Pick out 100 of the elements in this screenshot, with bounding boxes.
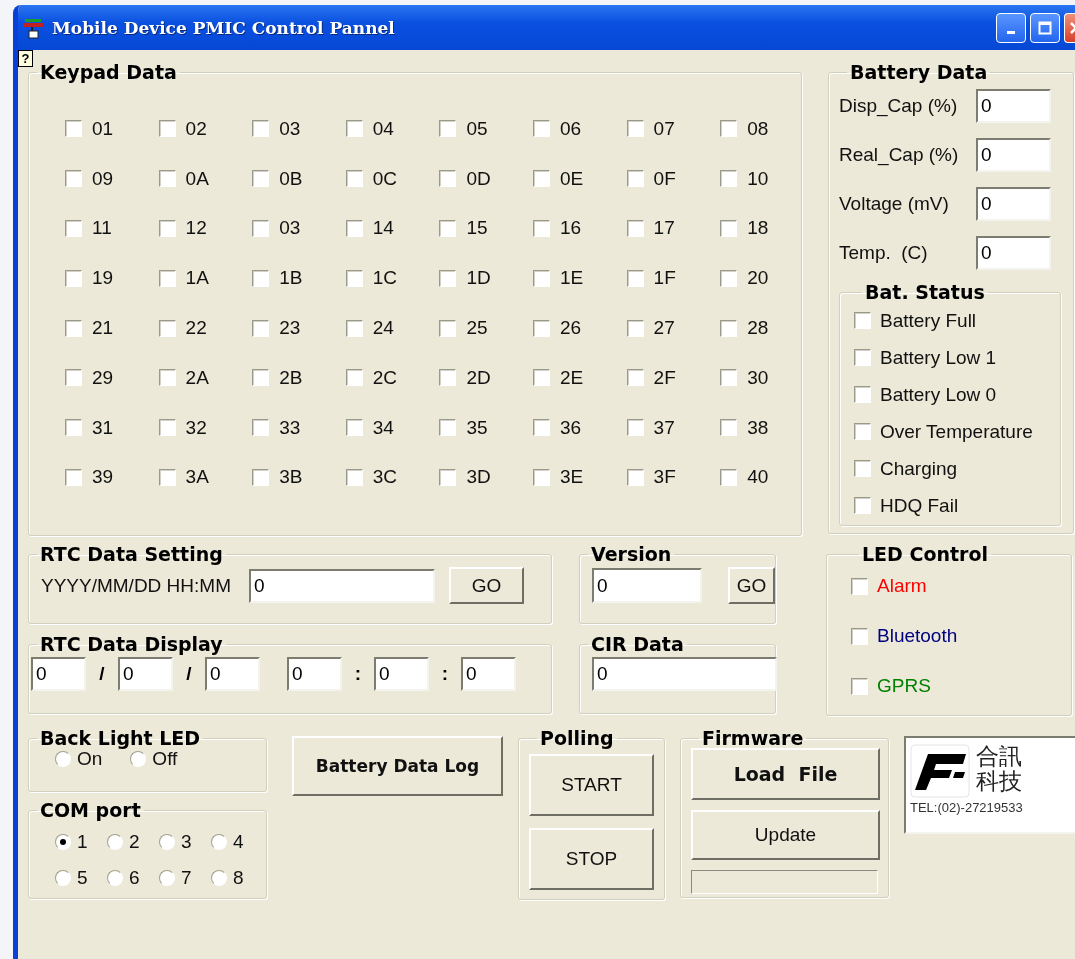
maximize-button[interactable] [1030, 12, 1060, 43]
checkbox[interactable] [626, 170, 644, 188]
checkbox[interactable] [65, 319, 82, 337]
checkbox[interactable] [626, 120, 644, 138]
checkbox[interactable] [252, 220, 270, 237]
checkbox[interactable] [345, 419, 363, 437]
checkbox[interactable] [158, 220, 176, 237]
checkbox[interactable] [626, 319, 644, 337]
radio-button[interactable] [211, 834, 227, 850]
checkbox[interactable] [532, 468, 550, 486]
checkbox[interactable] [158, 468, 176, 486]
checkbox[interactable] [158, 369, 176, 387]
firmware-button[interactable]: Update [691, 810, 880, 860]
checkbox[interactable] [532, 369, 550, 387]
checkbox[interactable] [252, 468, 270, 486]
checkbox[interactable] [439, 369, 457, 387]
checkbox[interactable] [345, 468, 363, 486]
checkbox[interactable] [65, 369, 82, 387]
input-field[interactable]: 0 [976, 89, 1051, 123]
radio-button[interactable] [55, 834, 71, 850]
checkbox[interactable] [65, 220, 82, 237]
checkbox[interactable] [158, 319, 176, 337]
checkbox[interactable] [345, 319, 363, 337]
input-field[interactable]: 0 [592, 568, 702, 603]
checkbox[interactable] [439, 319, 457, 337]
checkbox[interactable] [720, 319, 738, 337]
input-field[interactable]: 0 [118, 657, 173, 691]
checkbox[interactable] [720, 419, 738, 437]
checkbox[interactable] [252, 120, 270, 138]
checkbox[interactable] [345, 220, 363, 237]
checkbox[interactable] [252, 269, 270, 287]
checkbox[interactable] [65, 120, 82, 138]
input-field[interactable]: 0 [592, 657, 777, 691]
checkbox[interactable] [158, 170, 176, 188]
radio-button[interactable] [107, 870, 123, 886]
checkbox[interactable] [65, 468, 82, 486]
checkbox[interactable] [532, 220, 550, 237]
input-field[interactable]: 0 [976, 138, 1051, 172]
go-button[interactable]: GO [728, 567, 775, 604]
radio-button[interactable] [107, 834, 123, 850]
checkbox[interactable] [252, 419, 270, 437]
firmware-button[interactable]: Load File [691, 748, 880, 800]
checkbox[interactable] [345, 269, 363, 287]
checkbox[interactable] [626, 369, 644, 387]
input-field[interactable]: 0 [205, 657, 260, 691]
checkbox[interactable] [854, 312, 871, 329]
checkbox[interactable] [720, 220, 738, 237]
battery-data-log-button[interactable]: Battery Data Log [292, 736, 503, 796]
checkbox[interactable] [720, 369, 738, 387]
checkbox[interactable] [626, 269, 644, 287]
help-button[interactable]: ? [18, 50, 33, 67]
radio-button[interactable] [55, 751, 71, 767]
checkbox[interactable] [65, 170, 82, 188]
checkbox[interactable] [65, 269, 82, 287]
checkbox[interactable] [626, 220, 644, 237]
checkbox[interactable] [345, 170, 363, 188]
checkbox[interactable] [65, 419, 82, 437]
checkbox[interactable] [720, 170, 738, 188]
checkbox[interactable] [439, 170, 457, 188]
checkbox[interactable] [252, 319, 270, 337]
checkbox[interactable] [158, 419, 176, 437]
radio-button[interactable] [211, 870, 227, 886]
input-field[interactable]: 0 [249, 568, 435, 603]
checkbox[interactable] [854, 497, 871, 514]
checkbox[interactable] [851, 677, 868, 695]
polling-button[interactable]: STOP [529, 828, 654, 890]
checkbox[interactable] [345, 120, 363, 138]
checkbox[interactable] [854, 386, 871, 403]
checkbox[interactable] [532, 120, 550, 138]
checkbox[interactable] [345, 369, 363, 387]
checkbox[interactable] [439, 269, 457, 287]
checkbox[interactable] [158, 120, 176, 138]
checkbox[interactable] [439, 220, 457, 237]
input-field[interactable]: 0 [976, 187, 1051, 221]
polling-button[interactable]: START [529, 754, 654, 816]
checkbox[interactable] [854, 349, 871, 366]
go-button[interactable]: GO [449, 567, 524, 604]
checkbox[interactable] [532, 170, 550, 188]
checkbox[interactable] [532, 269, 550, 287]
checkbox[interactable] [439, 419, 457, 437]
input-field[interactable]: 0 [31, 657, 86, 691]
checkbox[interactable] [532, 419, 550, 437]
radio-button[interactable] [130, 751, 147, 767]
checkbox[interactable] [720, 269, 738, 287]
input-field[interactable]: 0 [374, 657, 429, 691]
input-field[interactable]: 0 [461, 657, 516, 691]
checkbox[interactable] [626, 468, 644, 486]
input-field[interactable]: 0 [976, 236, 1051, 270]
checkbox[interactable] [252, 170, 270, 188]
checkbox[interactable] [851, 577, 868, 595]
checkbox[interactable] [532, 319, 550, 337]
minimize-button[interactable] [996, 12, 1026, 43]
checkbox[interactable] [720, 468, 738, 486]
checkbox[interactable] [720, 120, 738, 138]
checkbox[interactable] [252, 369, 270, 387]
checkbox[interactable] [158, 269, 176, 287]
checkbox[interactable] [854, 460, 871, 477]
checkbox[interactable] [851, 627, 868, 645]
radio-button[interactable] [159, 834, 175, 850]
checkbox[interactable] [854, 423, 871, 440]
